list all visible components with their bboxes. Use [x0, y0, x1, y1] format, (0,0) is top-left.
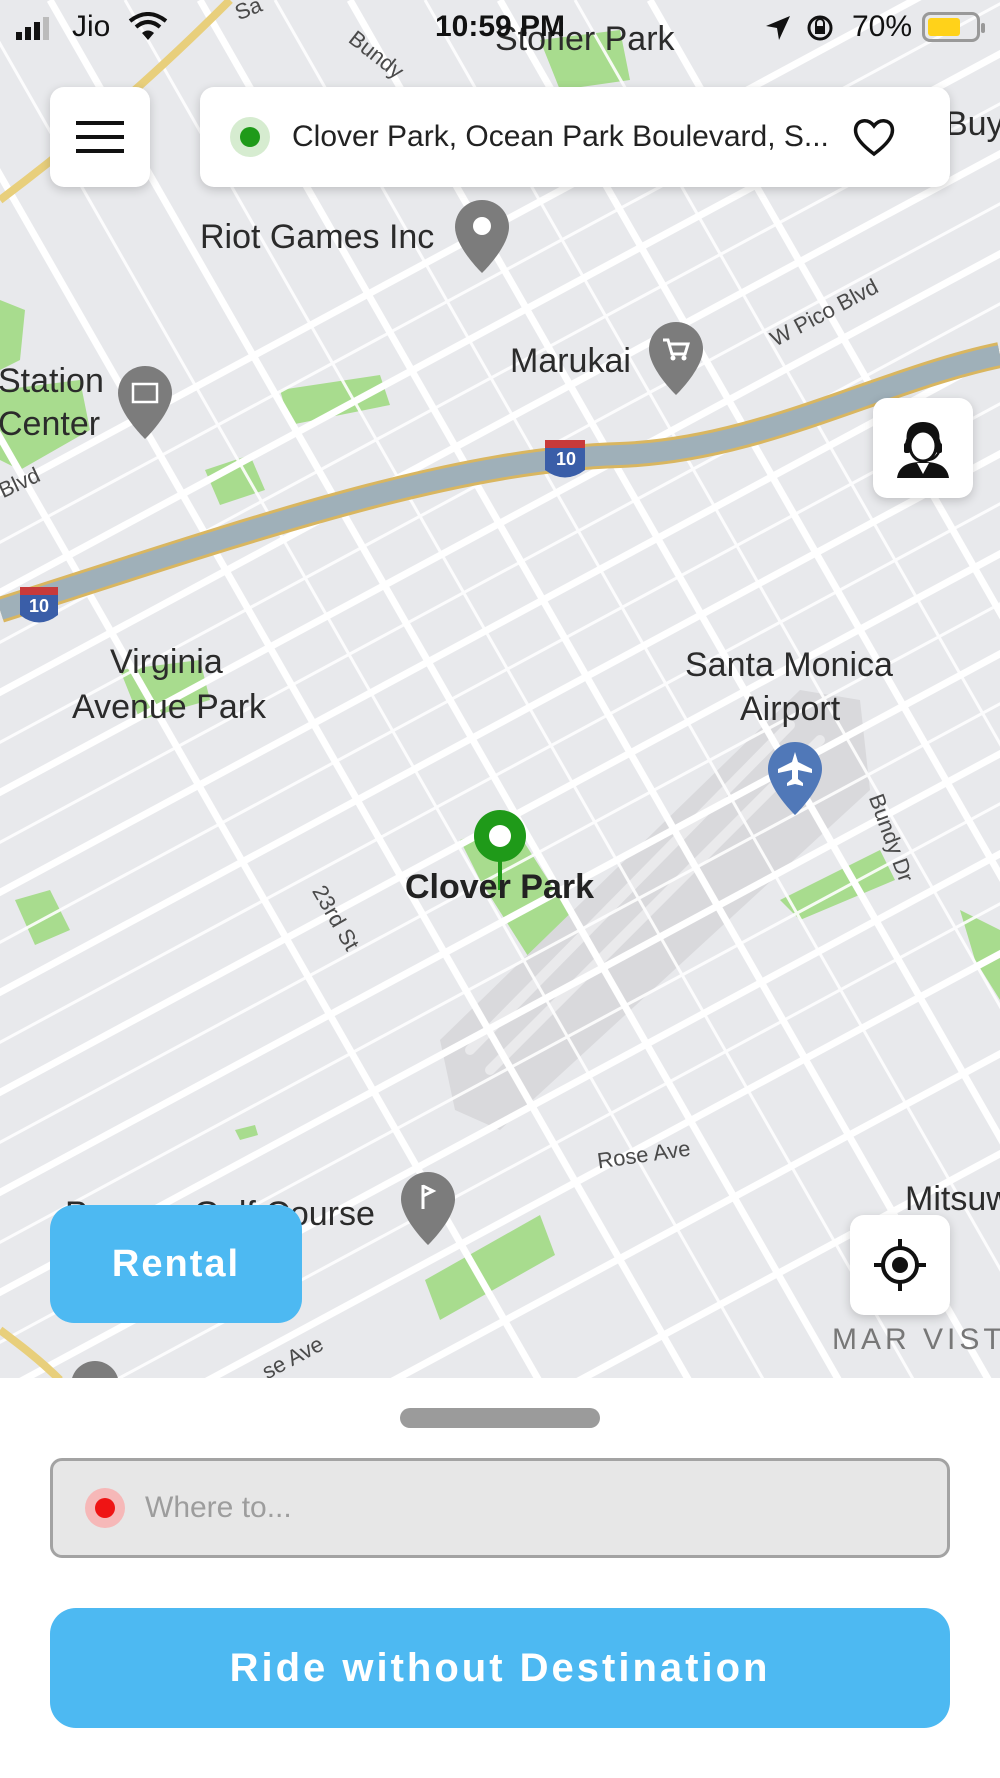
- menu-button[interactable]: [50, 87, 150, 187]
- map-label-mitsuwa: Mitsuw: [905, 1180, 1000, 1218]
- interstate-label-2: 10: [28, 596, 50, 616]
- interstate-label-1: 10: [555, 449, 577, 469]
- customer-support-icon: [897, 422, 949, 478]
- map-label-station: Station: [0, 362, 104, 400]
- pickup-dot-icon: [230, 117, 270, 157]
- map-label-airport: Airport: [740, 690, 841, 728]
- golf-course-pin-icon: [401, 1172, 455, 1245]
- ride-without-destination-button[interactable]: Ride without Destination: [50, 1608, 950, 1728]
- map-view[interactable]: Stoner Park Bundy Sa Buy Riot Games Inc …: [0, 0, 1000, 1380]
- map-label-mar-vista: MAR VIST: [832, 1323, 1000, 1356]
- status-bar: Jio 10:59 PM 70%: [0, 0, 1000, 56]
- bottom-sheet: Ride without Destination: [0, 1378, 1000, 1778]
- favorite-heart-icon[interactable]: [852, 117, 896, 157]
- orientation-lock-icon: [807, 15, 833, 41]
- map-label-virginia: Virginia: [110, 643, 223, 681]
- crosshair-icon: [874, 1239, 926, 1291]
- destination-field[interactable]: [50, 1458, 950, 1558]
- status-time: 10:59 PM: [434, 10, 566, 43]
- pickup-location-text: Clover Park, Ocean Park Boulevard, S...: [292, 120, 829, 153]
- battery-icon: [922, 12, 985, 42]
- map-label-center: Center: [0, 405, 101, 443]
- pickup-location-bar[interactable]: Clover Park, Ocean Park Boulevard, S...: [200, 87, 950, 187]
- hamburger-icon: [76, 121, 124, 153]
- map-label-buy: Buy: [945, 105, 1000, 143]
- map-label-marukai: Marukai: [510, 342, 631, 380]
- map-label-santa-monica: Santa Monica: [685, 646, 893, 684]
- destination-dot-icon: [85, 1488, 125, 1528]
- rental-button[interactable]: Rental: [50, 1205, 302, 1323]
- map-label-riot-games: Riot Games Inc: [200, 218, 435, 256]
- customer-support-button[interactable]: [873, 398, 973, 498]
- map-label-clover-park: Clover Park: [405, 868, 594, 906]
- battery-percentage: 70%: [851, 10, 912, 43]
- my-location-button[interactable]: [850, 1215, 950, 1315]
- sheet-drag-handle[interactable]: [400, 1408, 600, 1428]
- battery-fill: [928, 18, 961, 36]
- location-arrow-icon: [766, 16, 790, 40]
- marukai-cart-pin-icon: [649, 322, 703, 395]
- destination-input[interactable]: [145, 1491, 925, 1525]
- map-label-avenue-park: Avenue Park: [72, 688, 267, 726]
